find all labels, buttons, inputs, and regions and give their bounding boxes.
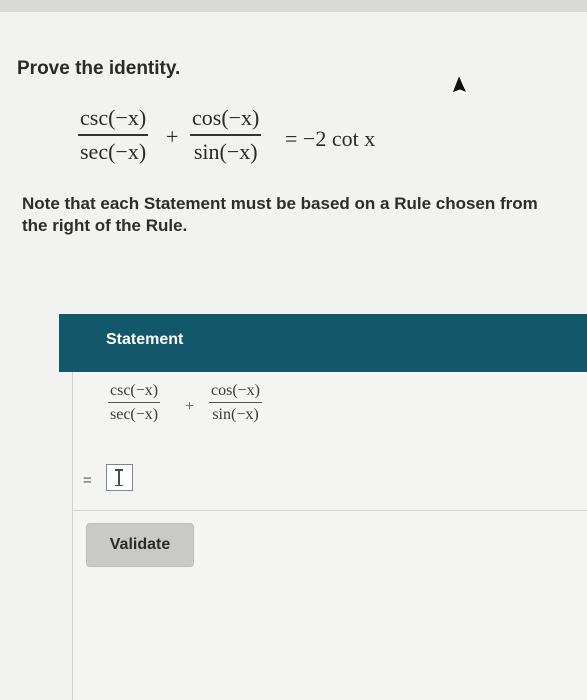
identity-term2-numerator: cos(−x) — [192, 105, 260, 130]
fraction-bar — [78, 134, 149, 136]
row-divider — [72, 510, 587, 511]
statement-plus: + — [185, 398, 195, 415]
statement-term1-denominator: sec(−x) — [110, 406, 159, 423]
fraction-bar — [108, 402, 161, 403]
identity-term2: cos(−x) sin(−x) — [190, 105, 262, 165]
statement-term2: cos(−x) sin(−x) — [209, 381, 263, 424]
statement-term1: csc(−x) sec(−x) — [108, 381, 161, 424]
statement-header-label: Statement — [106, 331, 184, 348]
text-cursor-icon — [115, 469, 123, 486]
identity-term2-denominator: sin(−x) — [193, 138, 258, 164]
statement-term1-numerator: csc(−x) — [110, 382, 159, 399]
top-bar — [0, 0, 587, 12]
identity-term1-numerator: csc(−x) — [80, 105, 147, 130]
mouse-pointer-icon — [451, 74, 468, 94]
equals-sign: = — [83, 472, 92, 489]
identity-rhs: = −2 cot x — [285, 126, 376, 151]
validate-button[interactable]: Validate — [86, 523, 194, 567]
fraction-bar — [209, 402, 263, 403]
identity-term1: csc(−x) sec(−x) — [78, 105, 149, 165]
statement-term2-denominator: sin(−x) — [212, 406, 259, 423]
prompt-title: Prove the identity. — [17, 58, 181, 79]
identity-plus: + — [166, 124, 179, 149]
instruction-text: Note that each Statement must be based o… — [22, 194, 538, 235]
statement-term2-numerator: cos(−x) — [211, 382, 261, 399]
fraction-bar — [190, 134, 262, 136]
answer-input[interactable] — [106, 464, 133, 491]
identity-term1-denominator: sec(−x) — [80, 138, 147, 164]
instruction-note: Note that each Statement must be based o… — [22, 193, 587, 237]
